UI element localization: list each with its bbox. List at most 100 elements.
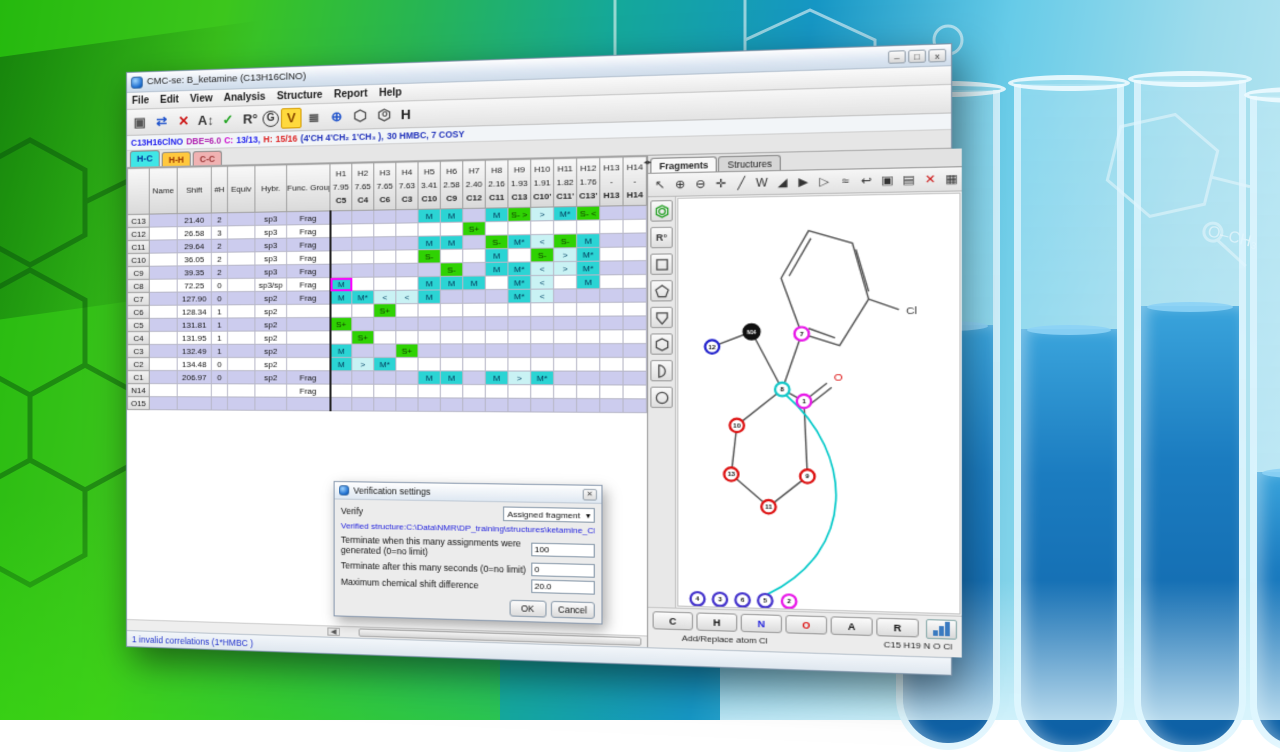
empty-cell[interactable] [374, 210, 396, 224]
benzene-tool-icon[interactable] [650, 200, 672, 222]
tab-h-c[interactable]: H-C [130, 150, 160, 167]
field-input-1[interactable] [531, 563, 595, 578]
correlation-cell[interactable]: > [508, 371, 531, 385]
correlation-cell[interactable]: M [463, 276, 486, 290]
empty-cell[interactable] [600, 371, 623, 385]
cell-nh[interactable]: 1 [211, 344, 227, 357]
empty-cell[interactable] [623, 233, 646, 247]
correlation-cell[interactable]: M* [508, 289, 531, 303]
empty-cell[interactable] [554, 371, 577, 385]
empty-cell[interactable] [396, 263, 418, 277]
empty-cell[interactable] [418, 357, 440, 370]
cell-name[interactable] [149, 384, 177, 397]
empty-cell[interactable] [352, 264, 374, 278]
cell-hybr[interactable]: sp3 [255, 251, 287, 265]
cell-nh[interactable]: 0 [211, 292, 227, 305]
empty-cell[interactable] [374, 384, 396, 397]
row-header-n14[interactable]: N14 [127, 384, 149, 397]
empty-cell[interactable] [463, 249, 486, 263]
cell-equiv[interactable] [227, 344, 254, 357]
zoom-in-icon[interactable]: ⊕ [671, 175, 690, 194]
correlation-cell[interactable]: M [485, 371, 508, 385]
empty-cell[interactable] [485, 330, 508, 344]
empty-cell[interactable] [352, 344, 374, 357]
cell-func[interactable]: Frag [287, 291, 330, 305]
pentagon-tool-icon[interactable] [650, 280, 672, 301]
empty-cell[interactable] [485, 385, 508, 399]
delete-red-icon[interactable]: ✕ [920, 170, 940, 189]
column-header-hybr[interactable]: Hybr. [255, 165, 287, 212]
empty-cell[interactable] [352, 237, 374, 251]
empty-cell[interactable] [485, 344, 508, 358]
ring-o-icon[interactable]: O [372, 104, 393, 125]
cell-name[interactable] [149, 357, 177, 370]
empty-cell[interactable] [418, 398, 440, 412]
panel-tab-structures[interactable]: Structures [718, 155, 781, 171]
empty-cell[interactable] [623, 205, 646, 219]
row-header-c9[interactable]: C9 [127, 266, 149, 279]
row-header-c11[interactable]: C11 [127, 240, 149, 253]
correlation-cell[interactable]: > [554, 261, 577, 275]
structure-canvas[interactable]: Cl O 78N14121101311943652 [677, 193, 960, 615]
row-header-o15[interactable]: O15 [127, 397, 149, 410]
cell-nh[interactable]: 2 [211, 213, 227, 226]
empty-cell[interactable] [396, 236, 418, 250]
empty-cell[interactable] [440, 384, 462, 398]
empty-cell[interactable] [374, 237, 396, 251]
rgroup-tool-icon[interactable]: R° [650, 227, 672, 249]
empty-cell[interactable] [508, 385, 531, 399]
correlation-cell[interactable]: M* [531, 371, 554, 385]
menu-structure[interactable]: Structure [277, 89, 323, 102]
empty-cell[interactable] [531, 221, 554, 235]
pan-icon[interactable]: ✛ [711, 174, 730, 193]
cell-name[interactable] [149, 253, 177, 266]
correlation-cell[interactable]: M* [577, 261, 600, 275]
empty-cell[interactable] [396, 209, 418, 223]
cell-equiv[interactable] [227, 397, 254, 410]
globe-icon[interactable]: ⊕ [326, 106, 347, 127]
cell-hybr[interactable]: sp3 [255, 225, 287, 239]
empty-cell[interactable] [440, 303, 462, 317]
cell-shift[interactable]: 132.49 [177, 344, 211, 357]
cell-equiv[interactable] [227, 265, 254, 278]
cell-hybr[interactable]: sp2 [255, 304, 287, 317]
h-count-icon[interactable]: H [395, 104, 416, 125]
empty-cell[interactable] [440, 222, 462, 236]
row-header-c12[interactable]: C12 [127, 227, 149, 240]
cell-shift[interactable]: 36.05 [177, 252, 211, 266]
empty-cell[interactable] [600, 357, 623, 371]
column-header-shift[interactable]: Shift [177, 167, 211, 214]
cell-nh[interactable]: 2 [211, 265, 227, 278]
cell-name[interactable] [149, 266, 177, 279]
menu-edit[interactable]: Edit [160, 94, 179, 106]
cell-nh[interactable]: 3 [211, 226, 227, 239]
column-header-h9[interactable]: H91.93C13 [508, 159, 531, 208]
empty-cell[interactable] [623, 302, 646, 316]
cell-equiv[interactable] [227, 371, 254, 384]
empty-cell[interactable] [352, 224, 374, 238]
correlation-cell[interactable]: M [440, 371, 462, 385]
wedge-up-icon[interactable]: ▶ [794, 173, 814, 192]
empty-cell[interactable] [554, 398, 577, 412]
column-header-h7[interactable]: H72.40C12 [463, 160, 486, 208]
verify-dropdown[interactable]: Assigned fragment ▾ [503, 506, 595, 522]
correlation-cell[interactable]: M [330, 291, 352, 305]
correlation-cell[interactable]: M [485, 262, 508, 276]
cell-hybr[interactable]: sp3/sp [255, 278, 287, 292]
correlation-cell[interactable]: S- > [508, 207, 531, 221]
empty-cell[interactable] [374, 250, 396, 264]
column-header-h10[interactable]: H101.91C10' [531, 159, 554, 208]
correlation-cell[interactable]: M [418, 290, 440, 304]
cell-func[interactable] [287, 397, 330, 411]
cell-hybr[interactable]: sp2 [255, 344, 287, 357]
cell-func[interactable] [287, 331, 330, 344]
cell-shift[interactable]: 26.58 [177, 226, 211, 240]
empty-cell[interactable] [554, 330, 577, 344]
cell-name[interactable] [149, 305, 177, 318]
cell-func[interactable]: Frag [287, 384, 330, 397]
empty-cell[interactable] [531, 344, 554, 358]
ring-icon[interactable] [349, 105, 370, 126]
empty-cell[interactable] [374, 344, 396, 357]
cell-name[interactable] [149, 292, 177, 305]
empty-cell[interactable] [600, 288, 623, 302]
